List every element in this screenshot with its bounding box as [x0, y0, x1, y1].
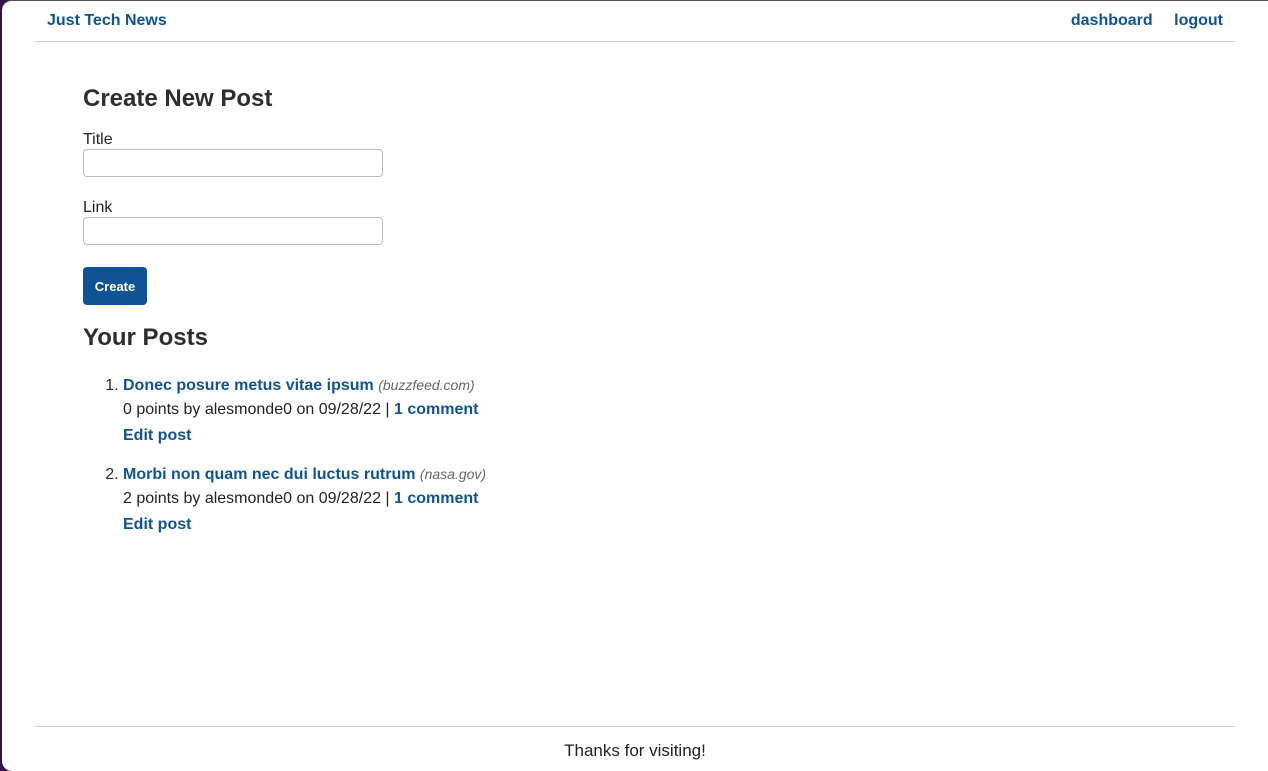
posts-list: Donec posure metus vitae ipsum (buzzfeed… — [83, 373, 783, 537]
main-content: Create New Post Title Link Create Your P… — [83, 85, 783, 551]
top-nav: dashboard logout — [1054, 12, 1223, 30]
link-input[interactable] — [83, 217, 383, 245]
post-domain: (buzzfeed.com) — [378, 377, 475, 393]
create-post-heading: Create New Post — [83, 85, 273, 112]
link-label: Link — [83, 199, 113, 216]
comments-link[interactable]: 1 comment — [394, 490, 478, 507]
post-meta: 0 points by alesmonde0 on 09/28/22 | 1 c… — [123, 398, 783, 422]
logout-link[interactable]: logout — [1174, 12, 1223, 29]
comments-link[interactable]: 1 comment — [394, 401, 478, 418]
edit-post-link[interactable]: Edit post — [123, 424, 783, 448]
post-meta-text: 0 points by alesmonde0 on 09/28/22 | — [123, 401, 390, 418]
dashboard-link[interactable]: dashboard — [1071, 12, 1153, 29]
your-posts-section: Your Posts Donec posure metus vitae ipsu… — [83, 324, 783, 537]
site-footer: Thanks for visiting! — [35, 726, 1235, 761]
list-item: Donec posure metus vitae ipsum (buzzfeed… — [123, 373, 783, 448]
your-posts-heading: Your Posts — [83, 324, 208, 351]
browser-page: Just Tech News dashboard logout Create N… — [2, 0, 1268, 771]
brand-link[interactable]: Just Tech News — [47, 12, 167, 30]
footer-text: Thanks for visiting! — [564, 741, 706, 760]
title-label: Title — [83, 131, 113, 148]
post-meta-text: 2 points by alesmonde0 on 09/28/22 | — [123, 490, 390, 507]
title-input[interactable] — [83, 149, 383, 177]
post-meta: 2 points by alesmonde0 on 09/28/22 | 1 c… — [123, 487, 783, 511]
edit-post-link[interactable]: Edit post — [123, 513, 783, 537]
create-post-form: Create New Post Title Link Create — [83, 85, 783, 305]
create-button[interactable]: Create — [83, 267, 147, 305]
post-title-link[interactable]: Morbi non quam nec dui luctus rutrum — [123, 466, 415, 483]
post-title-link[interactable]: Donec posure metus vitae ipsum — [123, 377, 374, 394]
post-domain: (nasa.gov) — [419, 466, 487, 482]
list-item: Morbi non quam nec dui luctus rutrum (na… — [123, 462, 783, 537]
site-header: Just Tech News dashboard logout — [35, 1, 1235, 42]
